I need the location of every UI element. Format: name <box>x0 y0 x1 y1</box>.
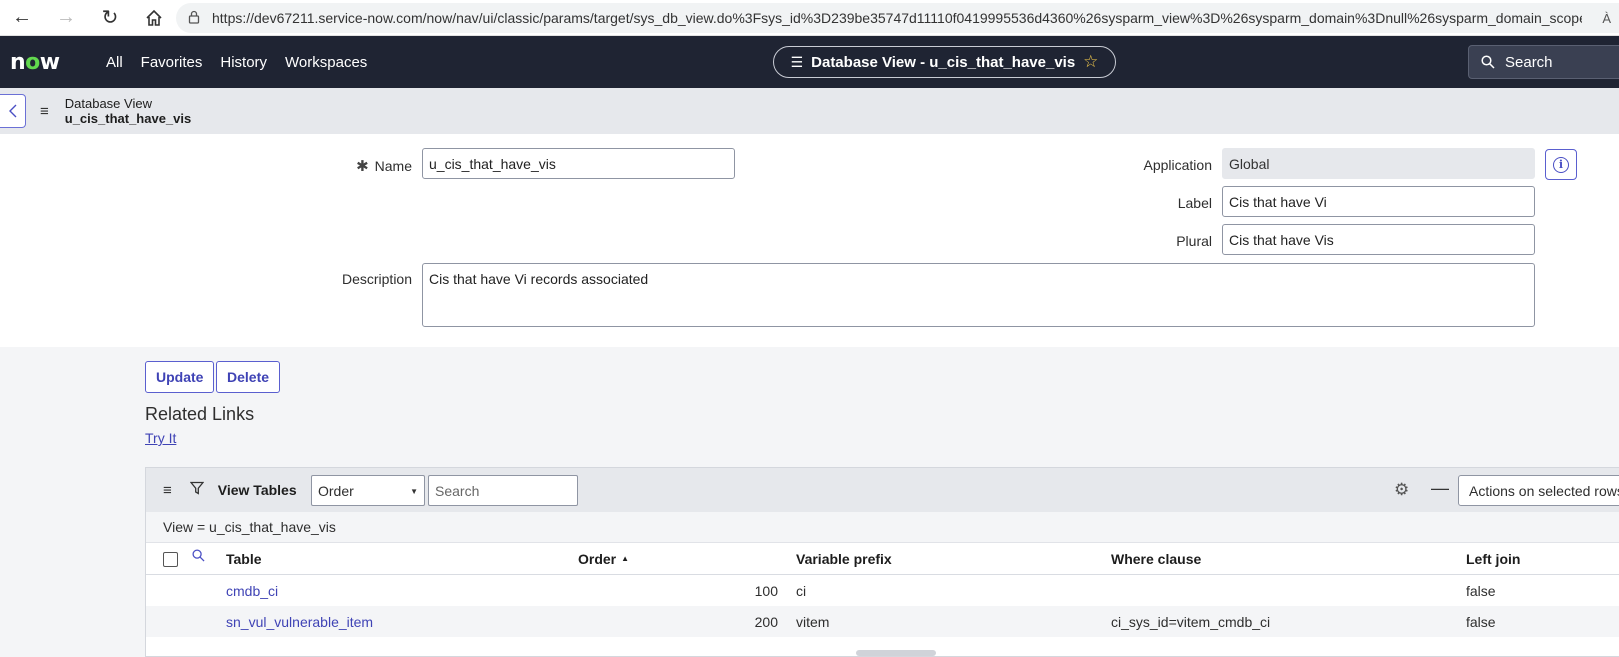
view-tables-related-list: ≡ View Tables Order ▼ Search ⚙ — Actions… <box>145 467 1619 657</box>
caret-down-icon: ▼ <box>410 487 418 496</box>
search-field-select[interactable]: Order ▼ <box>311 475 425 506</box>
address-bar[interactable]: https://dev67211.service-now.com/now/nav… <box>176 3 1619 33</box>
required-asterisk-icon: ✱ <box>356 158 369 175</box>
gear-icon[interactable]: ⚙ <box>1394 480 1409 500</box>
update-button[interactable]: Update <box>145 361 215 393</box>
form-header: ≡ Database View u_cis_that_have_vis <box>0 88 1619 134</box>
app-header: now All Favorites History Workspaces ☰ D… <box>0 36 1619 88</box>
cell-left-join: false <box>1466 613 1496 630</box>
cell-variable-prefix: ci <box>796 582 807 599</box>
column-header-table[interactable]: Table <box>226 543 262 574</box>
cell-table-link[interactable]: sn_vul_vulnerable_item <box>226 606 373 637</box>
cell-left-join: false <box>1466 582 1496 599</box>
form-title: Database View u_cis_that_have_vis <box>65 96 191 126</box>
table-row: cmdb_ci 100 ci false <box>146 575 1619 606</box>
home-icon[interactable] <box>132 0 176 36</box>
cell-table-link[interactable]: cmdb_ci <box>226 575 278 606</box>
top-nav: All Favorites History Workspaces <box>80 54 385 71</box>
cell-order: 100 <box>754 582 778 599</box>
search-icon[interactable] <box>192 549 205 565</box>
back-button[interactable] <box>0 94 26 128</box>
form-body: ✱ Name u_cis_that_have_vis Application Gl… <box>0 134 1619 347</box>
application-field: Global <box>1222 148 1535 179</box>
nav-workspaces[interactable]: Workspaces <box>285 54 385 71</box>
try-it-link[interactable]: Try It <box>145 430 176 446</box>
minus-icon[interactable]: — <box>1431 478 1449 499</box>
hamburger-icon[interactable]: ≡ <box>40 103 49 120</box>
cell-order: 200 <box>754 613 778 630</box>
info-button[interactable]: i <box>1545 149 1577 180</box>
select-all-checkbox[interactable] <box>163 552 178 567</box>
url-text: https://dev67211.service-now.com/now/nav… <box>212 10 1582 26</box>
label-field[interactable]: Cis that have Vi <box>1222 186 1535 217</box>
application-label: Application <box>1143 157 1213 173</box>
actions-select[interactable]: Actions on selected rows <box>1458 475 1619 506</box>
chevron-left-icon <box>8 104 16 118</box>
description-field[interactable]: Cis that have Vi records associated <box>422 263 1535 327</box>
related-list-title: View Tables <box>217 482 297 498</box>
search-icon <box>1481 55 1495 69</box>
filter-breadcrumb[interactable]: View = u_cis_that_have_vis <box>146 512 1619 543</box>
lock-icon <box>176 10 212 27</box>
table-row: sn_vul_vulnerable_item 200 vitem ci_sys_… <box>146 606 1619 637</box>
table-header: Table Order ▲ Variable prefix Where claus… <box>146 543 1619 575</box>
plural-label: Plural <box>1176 233 1212 249</box>
cell-variable-prefix: vitem <box>796 613 830 630</box>
related-list-toolbar: ≡ View Tables Order ▼ Search ⚙ — Actions… <box>146 468 1619 512</box>
browser-toolbar: ← → ↻ https://dev67211.service-now.com/n… <box>0 0 1619 36</box>
name-label: ✱ Name <box>356 158 412 175</box>
related-links-title: Related Links <box>145 404 255 424</box>
column-header-where-clause[interactable]: Where clause <box>1111 543 1201 574</box>
column-header-order[interactable]: Order ▲ <box>578 543 629 574</box>
form-title-type: Database View <box>64 96 152 111</box>
nav-favorites[interactable]: Favorites <box>141 54 221 71</box>
servicenow-logo[interactable]: now <box>10 50 80 75</box>
back-arrow-icon[interactable]: ← <box>0 0 44 36</box>
star-icon[interactable]: ☆ <box>1083 52 1098 72</box>
home-icon-shape <box>146 9 162 26</box>
reader-mode-icon[interactable]: À <box>1602 11 1611 26</box>
column-header-left-join[interactable]: Left join <box>1466 543 1520 574</box>
forward-arrow-icon[interactable]: → <box>44 0 88 36</box>
hamburger-icon[interactable]: ≡ <box>163 482 172 499</box>
horizontal-scrollbar[interactable] <box>856 650 936 656</box>
context-title: Database View - u_cis_that_have_vis <box>811 53 1076 71</box>
list-icon: ☰ <box>790 53 804 70</box>
context-title-pill[interactable]: ☰ Database View - u_cis_that_have_vis ☆ <box>773 46 1116 78</box>
nav-history[interactable]: History <box>220 54 285 71</box>
column-header-variable-prefix[interactable]: Variable prefix <box>796 543 892 574</box>
reload-icon[interactable]: ↻ <box>88 0 132 36</box>
label-label: Label <box>1177 195 1212 211</box>
description-label: Description <box>341 271 412 287</box>
delete-button[interactable]: Delete <box>216 361 281 393</box>
name-field[interactable]: u_cis_that_have_vis <box>422 148 735 179</box>
info-icon: i <box>1553 156 1569 173</box>
filter-icon[interactable] <box>189 481 205 499</box>
related-list-search-input[interactable]: Search <box>428 475 578 506</box>
global-search-label: Search <box>1505 53 1553 71</box>
global-search[interactable]: Search <box>1468 45 1619 79</box>
plural-field[interactable]: Cis that have Vis <box>1222 224 1535 255</box>
nav-all[interactable]: All <box>106 54 141 71</box>
sort-up-icon: ▲ <box>621 554 630 563</box>
cell-where-clause: ci_sys_id=vitem_cmdb_ci <box>1111 613 1271 630</box>
form-title-record: u_cis_that_have_vis <box>64 111 192 126</box>
